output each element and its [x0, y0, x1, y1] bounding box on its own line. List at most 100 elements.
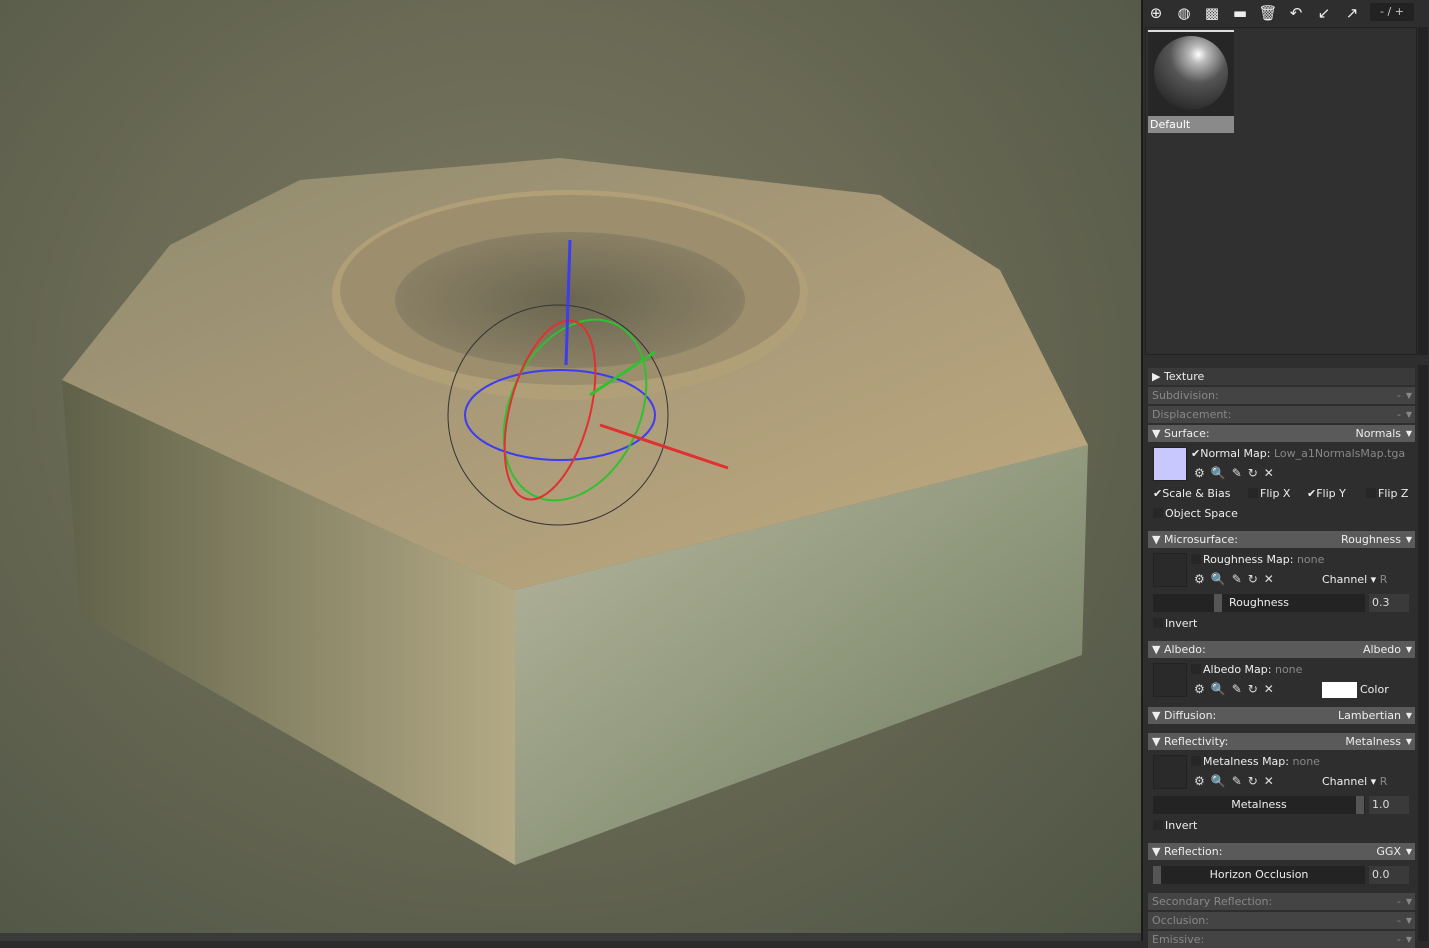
- diffusion-label: Diffusion:: [1163, 709, 1217, 722]
- albedo-map-checkbox[interactable]: Albedo Map: none: [1191, 663, 1302, 676]
- metalness-map-checkbox[interactable]: Metalness Map: none: [1191, 755, 1320, 768]
- metalness-slider[interactable]: Metalness: [1153, 796, 1365, 814]
- import-icon[interactable]: ↶: [1285, 2, 1307, 24]
- albedo-map-file: none: [1274, 663, 1303, 676]
- export-out-icon[interactable]: ↗: [1341, 2, 1363, 24]
- metalness-map-swatch[interactable]: [1153, 755, 1187, 789]
- roughness-invert-checkbox[interactable]: Invert: [1153, 617, 1197, 630]
- hex-nut-model: [62, 158, 1088, 865]
- flip-y-checkbox[interactable]: ✔Flip Y: [1307, 487, 1346, 500]
- subdivision-value: -: [1397, 389, 1401, 402]
- roughness-map-file: none: [1296, 553, 1325, 566]
- scale-bias-checkbox[interactable]: ✔Scale & Bias: [1153, 487, 1230, 500]
- displacement-label: Displacement:: [1152, 408, 1232, 421]
- horizon-occlusion-label: Horizon Occlusion: [1209, 868, 1309, 881]
- metalness-invert-checkbox[interactable]: Invert: [1153, 819, 1197, 832]
- channel-value: R: [1379, 775, 1388, 788]
- chevron-down-icon: ▼: [1405, 645, 1412, 654]
- duplicate-material-icon[interactable]: ◍: [1173, 2, 1195, 24]
- roughness-slider-knob[interactable]: [1214, 594, 1222, 612]
- metalness-map-label: Metalness Map:: [1203, 755, 1289, 768]
- normal-map-checkbox[interactable]: ✔Normal Map: Low_a1NormalsMap.tga: [1191, 447, 1405, 460]
- metalness-slider-label: Metalness: [1231, 798, 1287, 811]
- normal-map-label: Normal Map:: [1200, 447, 1271, 460]
- channel-label: Channel: [1322, 775, 1368, 788]
- albedo-color-swatch[interactable]: [1322, 682, 1357, 698]
- flip-y-label: Flip Y: [1316, 487, 1346, 500]
- chevron-down-icon: ▼: [1405, 847, 1412, 856]
- horizon-occlusion-slider[interactable]: Horizon Occlusion: [1153, 866, 1365, 884]
- diffusion-header[interactable]: ▼ Diffusion: Lambertian ▼: [1148, 707, 1415, 724]
- roughness-slider[interactable]: Roughness: [1153, 594, 1365, 612]
- normal-map-swatch[interactable]: [1153, 447, 1187, 481]
- albedo-header[interactable]: ▼ Albedo: Albedo ▼: [1148, 641, 1415, 658]
- checker-icon[interactable]: ▩: [1201, 2, 1223, 24]
- emissive-header[interactable]: Emissive: - ▼: [1148, 931, 1415, 948]
- roughness-channel-select[interactable]: Channel ▾ R: [1322, 573, 1387, 586]
- surface-header[interactable]: ▼ Surface: Normals ▼: [1148, 425, 1415, 442]
- roughness-value-field[interactable]: 0.3: [1369, 594, 1409, 612]
- occlusion-header[interactable]: Occlusion: - ▼: [1148, 912, 1415, 929]
- page-control[interactable]: - / +: [1370, 3, 1414, 21]
- object-space-label: Object Space: [1165, 507, 1238, 520]
- normal-map-tools[interactable]: ⚙🔍✎↻✕: [1194, 466, 1280, 480]
- chevron-down-icon: ▼: [1405, 935, 1412, 944]
- microsurface-label: Microsurface:: [1163, 533, 1238, 546]
- flip-x-checkbox[interactable]: Flip X: [1248, 487, 1290, 500]
- reflection-value: GGX: [1376, 845, 1401, 858]
- material-name[interactable]: Default: [1148, 116, 1234, 133]
- surface-label: Surface:: [1163, 427, 1210, 440]
- albedo-color-label: Color: [1360, 683, 1389, 696]
- material-sphere-preview: [1154, 36, 1228, 110]
- secondary-reflection-header[interactable]: Secondary Reflection: - ▼: [1148, 893, 1415, 910]
- chevron-down-icon: ▼: [1405, 429, 1412, 438]
- metalness-channel-select[interactable]: Channel ▾ R: [1322, 775, 1387, 788]
- texture-section[interactable]: ▶ Texture: [1148, 368, 1415, 385]
- trash-icon[interactable]: 🗑: [1257, 2, 1279, 24]
- roughness-map-label: Roughness Map:: [1203, 553, 1294, 566]
- material-thumbnail[interactable]: [1148, 30, 1234, 116]
- roughness-map-tools[interactable]: ⚙🔍✎↻✕: [1194, 572, 1280, 586]
- chevron-down-icon: ▼: [1405, 391, 1412, 400]
- occlusion-value: -: [1397, 914, 1401, 927]
- albedo-map-tools[interactable]: ⚙🔍✎↻✕: [1194, 682, 1280, 696]
- horizon-occlusion-value-field[interactable]: 0.0: [1369, 866, 1409, 884]
- albedo-map-swatch[interactable]: [1153, 663, 1187, 697]
- metalness-map-tools[interactable]: ⚙🔍✎↻✕: [1194, 774, 1280, 788]
- emissive-label: Emissive:: [1152, 933, 1205, 946]
- material-list-scrollbar[interactable]: [1418, 27, 1428, 355]
- emissive-value: -: [1397, 933, 1401, 946]
- flip-z-checkbox[interactable]: Flip Z: [1366, 487, 1408, 500]
- channel-label: Channel: [1322, 573, 1368, 586]
- subdivision-header[interactable]: Subdivision: - ▼: [1148, 387, 1415, 404]
- secondary-reflection-label: Secondary Reflection:: [1152, 895, 1273, 908]
- diffusion-value: Lambertian: [1338, 709, 1401, 722]
- 3d-viewport[interactable]: [0, 0, 1141, 941]
- albedo-label: Albedo:: [1163, 643, 1206, 656]
- export-in-icon[interactable]: ↙: [1313, 2, 1335, 24]
- roughness-map-checkbox[interactable]: Roughness Map: none: [1191, 553, 1324, 566]
- microsurface-header[interactable]: ▼ Microsurface: Roughness ▼: [1148, 531, 1415, 548]
- properties-scrollbar[interactable]: [1418, 365, 1428, 941]
- horizon-occlusion-knob[interactable]: [1153, 866, 1161, 884]
- occlusion-label: Occlusion:: [1152, 914, 1209, 927]
- reflection-header[interactable]: ▼ Reflection: GGX ▼: [1148, 843, 1415, 860]
- folder-icon[interactable]: ▬: [1229, 2, 1251, 24]
- metalness-slider-knob[interactable]: [1356, 796, 1364, 814]
- invert-label: Invert: [1165, 819, 1198, 832]
- chevron-down-icon: ▼: [1405, 410, 1412, 419]
- displacement-header[interactable]: Displacement: - ▼: [1148, 406, 1415, 423]
- reflectivity-header[interactable]: ▼ Reflectivity: Metalness ▼: [1148, 733, 1415, 750]
- displacement-value: -: [1397, 408, 1401, 421]
- object-space-checkbox[interactable]: Object Space: [1153, 507, 1238, 520]
- chevron-down-icon: ▼: [1405, 897, 1412, 906]
- reflectivity-label: Reflectivity:: [1163, 735, 1229, 748]
- add-material-icon[interactable]: ⊕: [1145, 2, 1167, 24]
- invert-label: Invert: [1165, 617, 1198, 630]
- flip-z-label: Flip Z: [1378, 487, 1409, 500]
- roughness-map-swatch[interactable]: [1153, 553, 1187, 587]
- viewport-status-bar: [0, 933, 1141, 941]
- metalness-value-field[interactable]: 1.0: [1369, 796, 1409, 814]
- scale-bias-label: Scale & Bias: [1162, 487, 1231, 500]
- chevron-down-icon: ▼: [1405, 711, 1412, 720]
